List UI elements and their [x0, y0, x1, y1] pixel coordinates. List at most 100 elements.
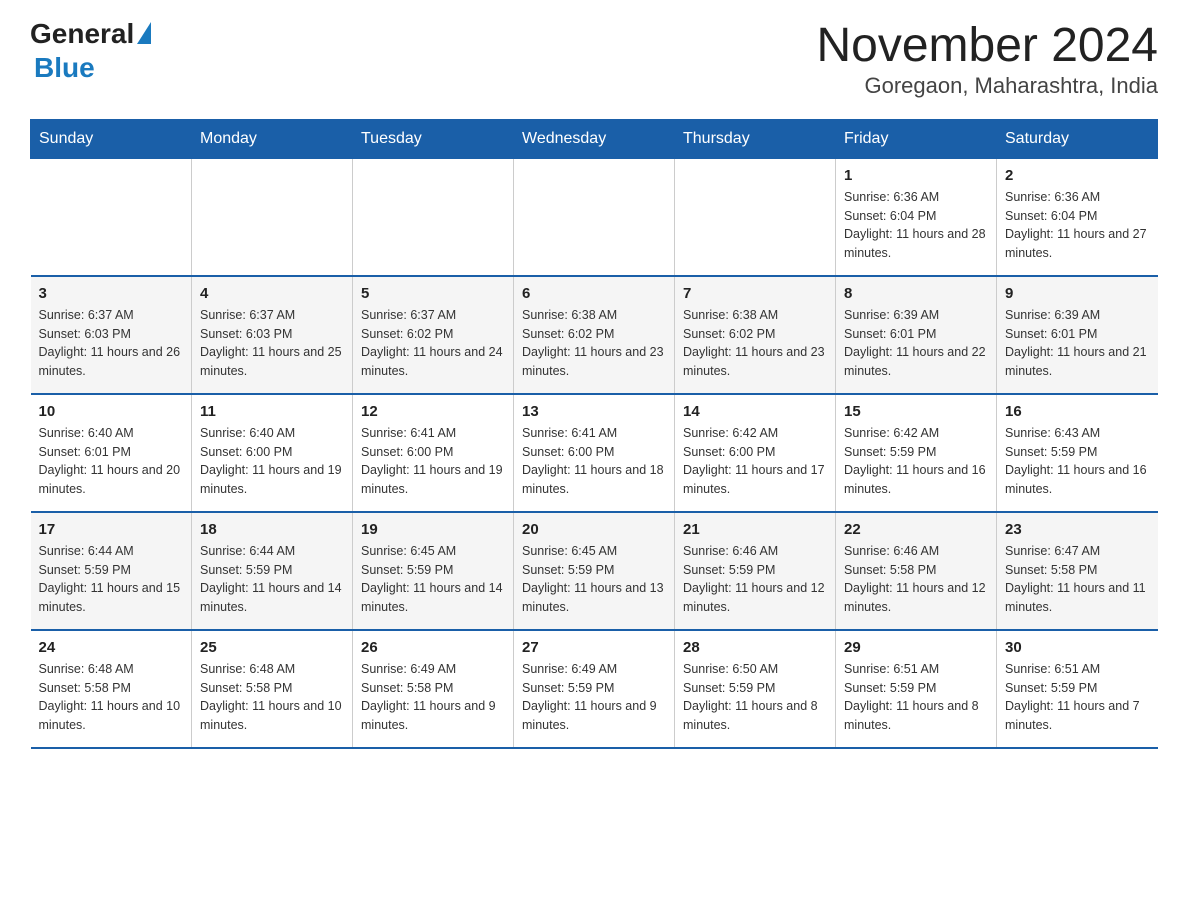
page-subtitle: Goregaon, Maharashtra, India	[816, 73, 1158, 99]
day-info: Sunrise: 6:37 AMSunset: 6:03 PMDaylight:…	[200, 306, 344, 381]
day-number: 1	[844, 167, 988, 184]
day-number: 22	[844, 521, 988, 538]
calendar-cell: 13 Sunrise: 6:41 AMSunset: 6:00 PMDayligh…	[514, 394, 675, 512]
calendar-week-5: 24 Sunrise: 6:48 AMSunset: 5:58 PMDayligh…	[31, 630, 1158, 748]
day-number: 13	[522, 403, 666, 420]
day-info: Sunrise: 6:45 AMSunset: 5:59 PMDaylight:…	[361, 542, 505, 617]
day-info: Sunrise: 6:44 AMSunset: 5:59 PMDaylight:…	[39, 542, 184, 617]
day-info: Sunrise: 6:49 AMSunset: 5:59 PMDaylight:…	[522, 660, 666, 735]
day-info: Sunrise: 6:41 AMSunset: 6:00 PMDaylight:…	[522, 424, 666, 499]
day-number: 11	[200, 403, 344, 420]
day-info: Sunrise: 6:36 AMSunset: 6:04 PMDaylight:…	[1005, 188, 1150, 263]
day-info: Sunrise: 6:50 AMSunset: 5:59 PMDaylight:…	[683, 660, 827, 735]
day-number: 5	[361, 285, 505, 302]
page-title: November 2024	[816, 20, 1158, 73]
calendar-cell: 23 Sunrise: 6:47 AMSunset: 5:58 PMDayligh…	[997, 512, 1158, 630]
day-number: 8	[844, 285, 988, 302]
day-info: Sunrise: 6:46 AMSunset: 5:59 PMDaylight:…	[683, 542, 827, 617]
calendar-cell: 6Sunrise: 6:38 AMSunset: 6:02 PMDaylight…	[514, 276, 675, 394]
day-info: Sunrise: 6:47 AMSunset: 5:58 PMDaylight:…	[1005, 542, 1150, 617]
calendar-cell: 30Sunrise: 6:51 AMSunset: 5:59 PMDayligh…	[997, 630, 1158, 748]
day-number: 29	[844, 639, 988, 656]
col-thursday: Thursday	[675, 119, 836, 158]
day-info: Sunrise: 6:42 AMSunset: 6:00 PMDaylight:…	[683, 424, 827, 499]
day-info: Sunrise: 6:44 AMSunset: 5:59 PMDaylight:…	[200, 542, 344, 617]
calendar-cell: 29 Sunrise: 6:51 AMSunset: 5:59 PMDayligh…	[836, 630, 997, 748]
day-info: Sunrise: 6:49 AMSunset: 5:58 PMDaylight:…	[361, 660, 505, 735]
calendar-cell: 5Sunrise: 6:37 AMSunset: 6:02 PMDaylight…	[353, 276, 514, 394]
calendar-cell: 26 Sunrise: 6:49 AMSunset: 5:58 PMDayligh…	[353, 630, 514, 748]
calendar-cell: 2 Sunrise: 6:36 AMSunset: 6:04 PMDaylight…	[997, 158, 1158, 276]
day-number: 15	[844, 403, 988, 420]
calendar-cell: 11 Sunrise: 6:40 AMSunset: 6:00 PMDayligh…	[192, 394, 353, 512]
calendar-cell: 21 Sunrise: 6:46 AMSunset: 5:59 PMDayligh…	[675, 512, 836, 630]
calendar-cell: 17 Sunrise: 6:44 AMSunset: 5:59 PMDayligh…	[31, 512, 192, 630]
day-info: Sunrise: 6:46 AMSunset: 5:58 PMDaylight:…	[844, 542, 988, 617]
day-info: Sunrise: 6:45 AMSunset: 5:59 PMDaylight:…	[522, 542, 666, 617]
calendar-cell: 16 Sunrise: 6:43 AMSunset: 5:59 PMDayligh…	[997, 394, 1158, 512]
page-header: General Blue November 2024 Goregaon, Mah…	[30, 20, 1158, 99]
calendar-cell: 1 Sunrise: 6:36 AMSunset: 6:04 PMDaylight…	[836, 158, 997, 276]
calendar-body: 1 Sunrise: 6:36 AMSunset: 6:04 PMDaylight…	[31, 158, 1158, 748]
calendar-week-4: 17 Sunrise: 6:44 AMSunset: 5:59 PMDayligh…	[31, 512, 1158, 630]
calendar-cell: 3 Sunrise: 6:37 AMSunset: 6:03 PMDaylight…	[31, 276, 192, 394]
calendar-cell: 28Sunrise: 6:50 AMSunset: 5:59 PMDayligh…	[675, 630, 836, 748]
calendar-cell: 9 Sunrise: 6:39 AMSunset: 6:01 PMDaylight…	[997, 276, 1158, 394]
day-info: Sunrise: 6:39 AMSunset: 6:01 PMDaylight:…	[1005, 306, 1150, 381]
col-tuesday: Tuesday	[353, 119, 514, 158]
day-number: 24	[39, 639, 184, 656]
day-number: 19	[361, 521, 505, 538]
day-number: 21	[683, 521, 827, 538]
header-row: Sunday Monday Tuesday Wednesday Thursday…	[31, 119, 1158, 158]
calendar-week-2: 3 Sunrise: 6:37 AMSunset: 6:03 PMDaylight…	[31, 276, 1158, 394]
day-number: 7	[683, 285, 827, 302]
day-number: 25	[200, 639, 344, 656]
calendar-week-3: 10 Sunrise: 6:40 AMSunset: 6:01 PMDayligh…	[31, 394, 1158, 512]
day-number: 17	[39, 521, 184, 538]
day-number: 2	[1005, 167, 1150, 184]
day-info: Sunrise: 6:51 AMSunset: 5:59 PMDaylight:…	[1005, 660, 1150, 735]
calendar-cell: 10 Sunrise: 6:40 AMSunset: 6:01 PMDayligh…	[31, 394, 192, 512]
day-number: 16	[1005, 403, 1150, 420]
day-info: Sunrise: 6:40 AMSunset: 6:01 PMDaylight:…	[39, 424, 184, 499]
calendar-cell	[31, 158, 192, 276]
day-number: 3	[39, 285, 184, 302]
calendar-cell	[514, 158, 675, 276]
day-number: 9	[1005, 285, 1150, 302]
calendar-cell: 22 Sunrise: 6:46 AMSunset: 5:58 PMDayligh…	[836, 512, 997, 630]
calendar-cell: 7 Sunrise: 6:38 AMSunset: 6:02 PMDaylight…	[675, 276, 836, 394]
day-info: Sunrise: 6:36 AMSunset: 6:04 PMDaylight:…	[844, 188, 988, 263]
day-info: Sunrise: 6:38 AMSunset: 6:02 PMDaylight:…	[522, 306, 666, 381]
day-info: Sunrise: 6:48 AMSunset: 5:58 PMDaylight:…	[200, 660, 344, 735]
calendar-cell: 18 Sunrise: 6:44 AMSunset: 5:59 PMDayligh…	[192, 512, 353, 630]
col-saturday: Saturday	[997, 119, 1158, 158]
calendar-cell: 19 Sunrise: 6:45 AMSunset: 5:59 PMDayligh…	[353, 512, 514, 630]
calendar-cell: 14 Sunrise: 6:42 AMSunset: 6:00 PMDayligh…	[675, 394, 836, 512]
col-sunday: Sunday	[31, 119, 192, 158]
day-info: Sunrise: 6:51 AMSunset: 5:59 PMDaylight:…	[844, 660, 988, 735]
col-wednesday: Wednesday	[514, 119, 675, 158]
logo: General Blue	[30, 20, 151, 84]
calendar-cell: 24Sunrise: 6:48 AMSunset: 5:58 PMDayligh…	[31, 630, 192, 748]
day-info: Sunrise: 6:38 AMSunset: 6:02 PMDaylight:…	[683, 306, 827, 381]
calendar-cell	[675, 158, 836, 276]
calendar-header: Sunday Monday Tuesday Wednesday Thursday…	[31, 119, 1158, 158]
day-number: 12	[361, 403, 505, 420]
calendar-cell: 27Sunrise: 6:49 AMSunset: 5:59 PMDayligh…	[514, 630, 675, 748]
calendar-cell: 8Sunrise: 6:39 AMSunset: 6:01 PMDaylight…	[836, 276, 997, 394]
logo-blue-text: Blue	[34, 52, 95, 84]
day-info: Sunrise: 6:37 AMSunset: 6:03 PMDaylight:…	[39, 306, 184, 381]
day-number: 23	[1005, 521, 1150, 538]
day-info: Sunrise: 6:43 AMSunset: 5:59 PMDaylight:…	[1005, 424, 1150, 499]
calendar-cell: 25 Sunrise: 6:48 AMSunset: 5:58 PMDayligh…	[192, 630, 353, 748]
day-info: Sunrise: 6:42 AMSunset: 5:59 PMDaylight:…	[844, 424, 988, 499]
day-number: 26	[361, 639, 505, 656]
title-block: November 2024 Goregaon, Maharashtra, Ind…	[816, 20, 1158, 99]
day-number: 20	[522, 521, 666, 538]
calendar-cell: 15 Sunrise: 6:42 AMSunset: 5:59 PMDayligh…	[836, 394, 997, 512]
calendar-cell	[353, 158, 514, 276]
day-number: 14	[683, 403, 827, 420]
day-number: 18	[200, 521, 344, 538]
day-number: 10	[39, 403, 184, 420]
day-info: Sunrise: 6:40 AMSunset: 6:00 PMDaylight:…	[200, 424, 344, 499]
